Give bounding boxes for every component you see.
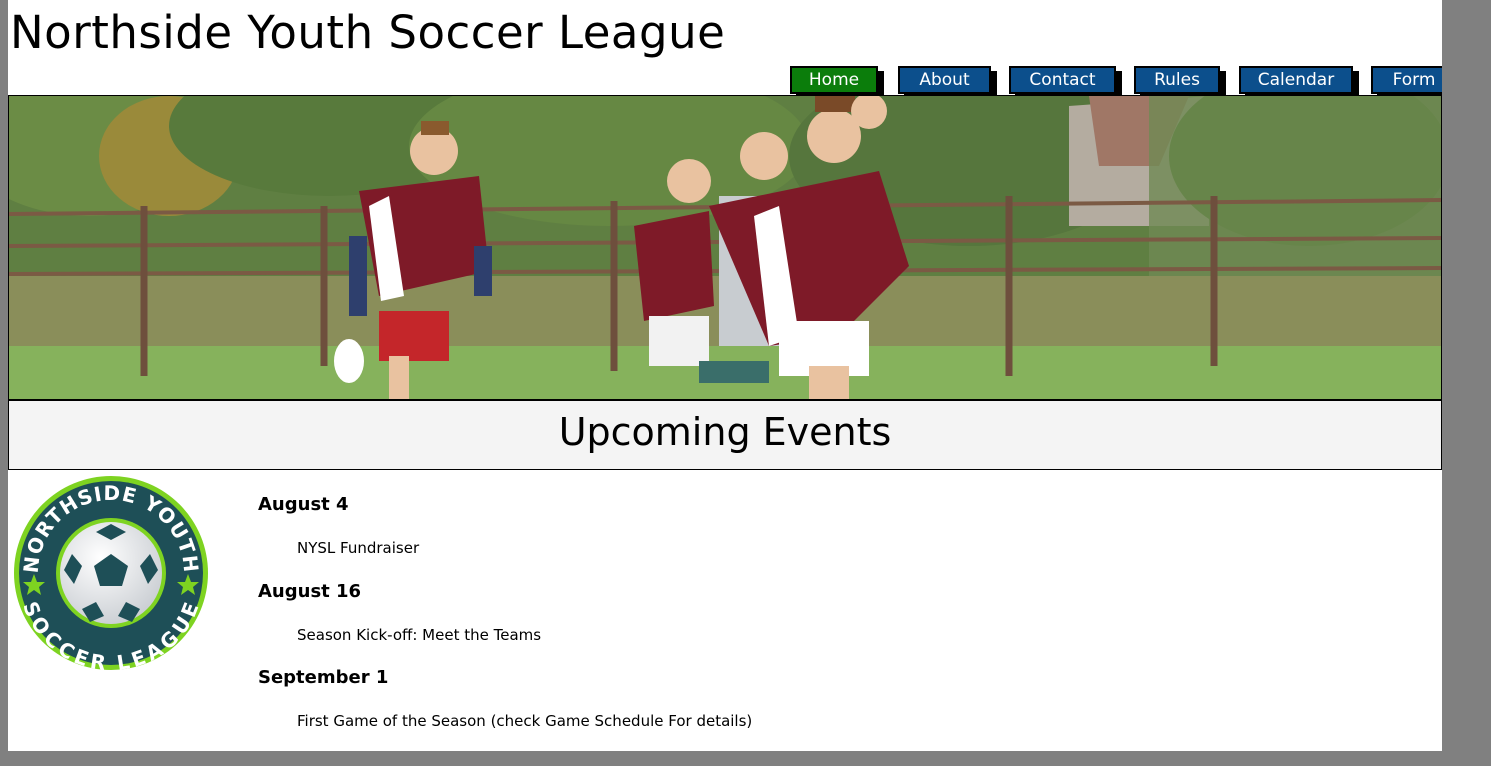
nav-rules-button[interactable]: Rules xyxy=(1134,66,1220,94)
nav-about-button[interactable]: About xyxy=(898,66,991,94)
hero-image xyxy=(8,95,1442,400)
page-left-border xyxy=(0,0,8,751)
event-date: August 16 xyxy=(258,581,362,602)
league-logo: NORTHSIDE YOUTH SOCCER LEAGUE xyxy=(12,474,210,675)
event-description: Season Kick-off: Meet the Teams xyxy=(297,626,542,644)
event-date: September 1 xyxy=(258,667,389,688)
event-description: First Game of the Season (check Game Sch… xyxy=(297,712,753,730)
nav-form-button[interactable]: Form xyxy=(1371,66,1442,94)
nav-calendar-button[interactable]: Calendar xyxy=(1239,66,1353,94)
nav-contact-button[interactable]: Contact xyxy=(1009,66,1116,94)
events-header: Upcoming Events xyxy=(8,400,1442,470)
event-date: August 4 xyxy=(258,494,349,515)
page: Northside Youth Soccer League Home About… xyxy=(0,0,1442,751)
soccer-kids-photo-icon xyxy=(9,96,1441,399)
events-heading: Upcoming Events xyxy=(558,410,892,454)
site-title: Northside Youth Soccer League xyxy=(10,6,726,59)
nav-home-button[interactable]: Home xyxy=(790,66,878,94)
league-logo-icon: NORTHSIDE YOUTH SOCCER LEAGUE xyxy=(14,476,208,675)
event-description: NYSL Fundraiser xyxy=(297,539,420,557)
